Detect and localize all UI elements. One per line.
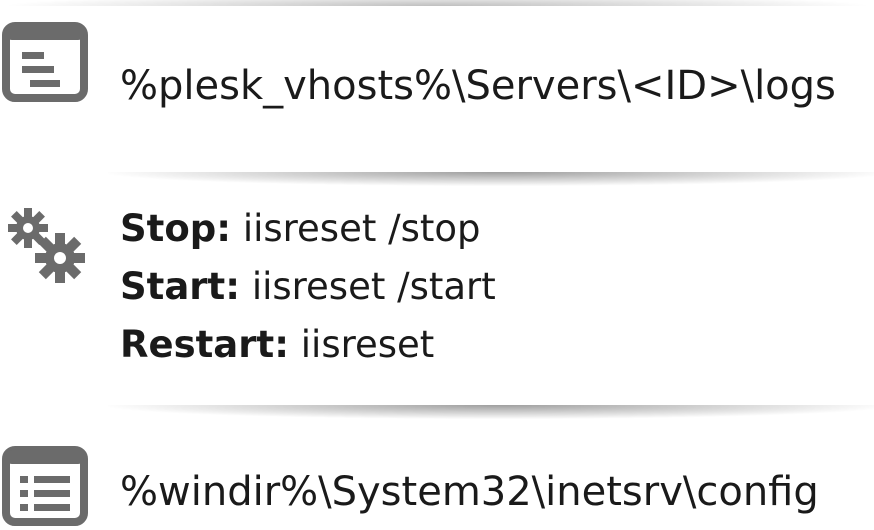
- gears-icon: [4, 204, 88, 288]
- restart-label: Restart:: [120, 323, 289, 366]
- start-label: Start:: [120, 265, 241, 308]
- logs-path: %plesk_vhosts%\Servers\<ID>\logs: [120, 63, 836, 109]
- section-divider: [108, 172, 874, 186]
- config-path: %windir%\System32\inetsrv\config: [120, 469, 819, 515]
- start-command: Start: iisreset /start: [120, 268, 496, 305]
- log-window-icon: [2, 22, 88, 106]
- stop-label: Stop:: [120, 207, 232, 250]
- stop-command: Stop: iisreset /stop: [120, 210, 481, 247]
- stop-command-text: iisreset /stop: [242, 207, 481, 250]
- restart-command-text: iisreset: [300, 323, 435, 366]
- start-command-text: iisreset /start: [251, 265, 496, 308]
- restart-command: Restart: iisreset: [120, 326, 434, 363]
- section-divider: [108, 405, 874, 419]
- top-divider-shadow: [0, 0, 874, 6]
- config-list-icon: [2, 446, 88, 530]
